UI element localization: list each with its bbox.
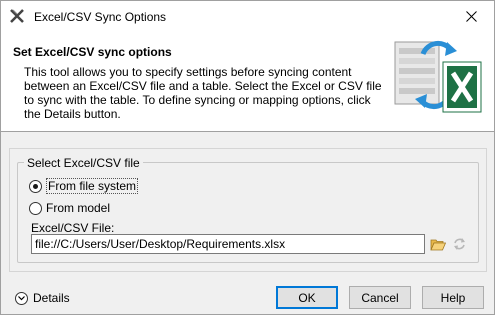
header-banner: Set Excel/CSV sync options This tool all…: [1, 32, 494, 132]
close-icon: [465, 11, 477, 22]
window-title: Excel/CSV Sync Options: [34, 10, 167, 24]
chevron-down-icon: [15, 291, 28, 305]
title-bar: Excel/CSV Sync Options: [1, 1, 494, 32]
dialog-window: Excel/CSV Sync Options Set Excel/CSV syn…: [0, 0, 495, 315]
radio-button-unchecked[interactable]: [29, 201, 42, 215]
file-field-label: Excel/CSV File:: [31, 221, 115, 235]
excel-sync-icon: [394, 40, 482, 113]
details-toggle[interactable]: Details: [15, 291, 70, 305]
file-group-legend: Select Excel/CSV file: [24, 156, 143, 170]
refresh-icon[interactable]: [453, 237, 466, 251]
help-button[interactable]: Help: [422, 286, 484, 309]
radio-label-file-system: From file system: [46, 178, 139, 194]
ok-button[interactable]: OK: [276, 286, 338, 309]
banner-title: Set Excel/CSV sync options: [13, 45, 172, 59]
app-logo-icon: [10, 9, 24, 23]
details-label: Details: [33, 291, 70, 305]
folder-open-icon[interactable]: [430, 237, 446, 251]
banner-description: This tool allows you to specify settings…: [24, 65, 382, 121]
radio-label-model: From model: [46, 201, 111, 215]
radio-button-checked[interactable]: [29, 179, 42, 193]
close-button[interactable]: [448, 1, 494, 32]
cancel-button[interactable]: Cancel: [349, 286, 411, 309]
radio-from-file-system[interactable]: From file system: [29, 178, 139, 194]
file-path-input[interactable]: [31, 234, 425, 254]
radio-from-model[interactable]: From model: [29, 201, 110, 215]
